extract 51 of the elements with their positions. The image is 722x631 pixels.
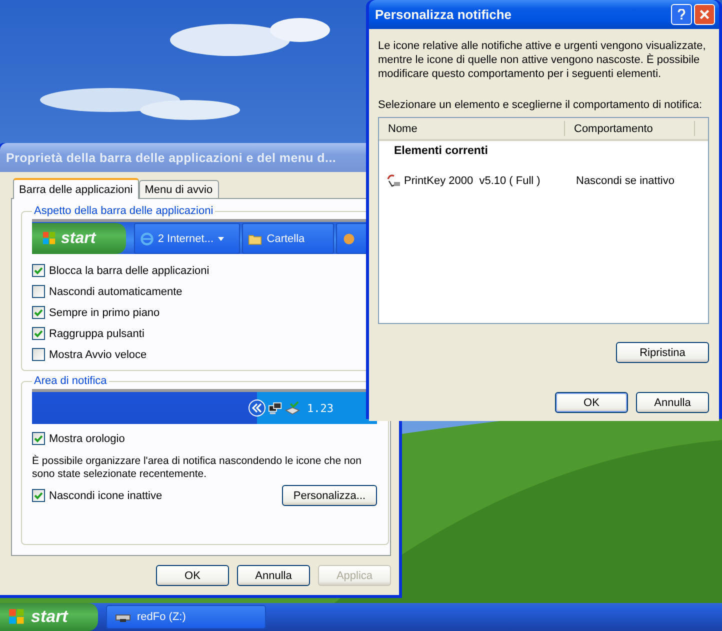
- item-behavior[interactable]: Nascondi se inattivo: [576, 175, 674, 187]
- dialog-button[interactable]: OK: [555, 392, 628, 413]
- checkbox-label: Mostra Avvio veloce: [49, 348, 147, 360]
- caret-icon: [218, 236, 224, 240]
- checkbox-label: Raggruppa pulsanti: [49, 328, 144, 340]
- dialog-button[interactable]: OK: [156, 565, 229, 586]
- checkbox[interactable]: [32, 327, 45, 340]
- checkbox[interactable]: [32, 489, 45, 502]
- tab[interactable]: Menu di avvio: [138, 180, 219, 198]
- close-icon: [699, 9, 710, 20]
- clock-text: 1.23: [307, 402, 334, 414]
- reset-button[interactable]: Ripristina: [616, 342, 709, 363]
- instruction-text: Selezionare un elemento e sceglierne il comportamento di notifica:: [378, 99, 704, 111]
- window-title: Personalizza notifiche: [375, 7, 512, 22]
- customize-button[interactable]: Personalizza...: [282, 485, 377, 506]
- checkbox-label: Sempre in primo piano: [49, 306, 160, 318]
- checkbox[interactable]: [32, 432, 45, 445]
- description-text: Le icone relative alle notifiche attive e urgenti vengono visualizzate, mentre le icone di quelle non attive vengono nascoste. È possibile modificare questo comportamento per i seguenti elementi.: [378, 39, 707, 81]
- group-title: Area di notifica: [33, 375, 108, 387]
- checkbox[interactable]: [32, 348, 45, 361]
- e-logo-icon: [140, 232, 154, 246]
- chevron-icon: [248, 399, 266, 417]
- close-button[interactable]: [694, 4, 715, 25]
- window-title: Proprietà della barra delle applicazioni e del menu d...: [6, 150, 336, 164]
- question-mark-icon: [676, 9, 687, 20]
- checkbox-label: Nascondi icone inattive: [49, 490, 162, 502]
- windows-flag-icon: [8, 608, 26, 626]
- tab[interactable]: Barra delle applicazioni: [13, 178, 139, 199]
- group-header: Elementi correnti: [393, 144, 489, 159]
- checkbox-label: Blocca la barra delle applicazioni: [49, 264, 210, 276]
- start-label: start: [61, 230, 96, 248]
- checkbox-label: Mostra orologio: [49, 432, 125, 444]
- taskbar-item[interactable]: redFo (Z:): [106, 605, 266, 629]
- checkbox[interactable]: [32, 264, 45, 277]
- printer-icon: [285, 400, 300, 416]
- column-header[interactable]: Nome: [379, 121, 565, 136]
- item-name[interactable]: PrintKey 2000 v5.10 ( Full ): [404, 175, 540, 187]
- group-title: Aspetto della barra delle applicazioni: [33, 205, 214, 217]
- taskbar-item-label: Cartella: [266, 232, 305, 244]
- help-button[interactable]: [671, 4, 692, 25]
- description-text: È possibile organizzare l'area di notifica nascondendo le icone che non sono state selezionate recentemente.: [32, 455, 362, 481]
- dialog-button[interactable]: Annulla: [237, 565, 310, 586]
- taskbar-item-label: 2 Internet...: [158, 232, 214, 244]
- windows-flag-icon: [42, 231, 57, 246]
- checkbox[interactable]: [32, 285, 45, 298]
- checkbox-label: Nascondi automaticamente: [49, 286, 182, 298]
- dialog-button[interactable]: Annulla: [636, 392, 709, 413]
- network-computers-icon: [268, 400, 283, 416]
- column-header[interactable]: Comportamento: [565, 121, 695, 136]
- checkbox[interactable]: [32, 306, 45, 319]
- drive-icon: [115, 612, 131, 622]
